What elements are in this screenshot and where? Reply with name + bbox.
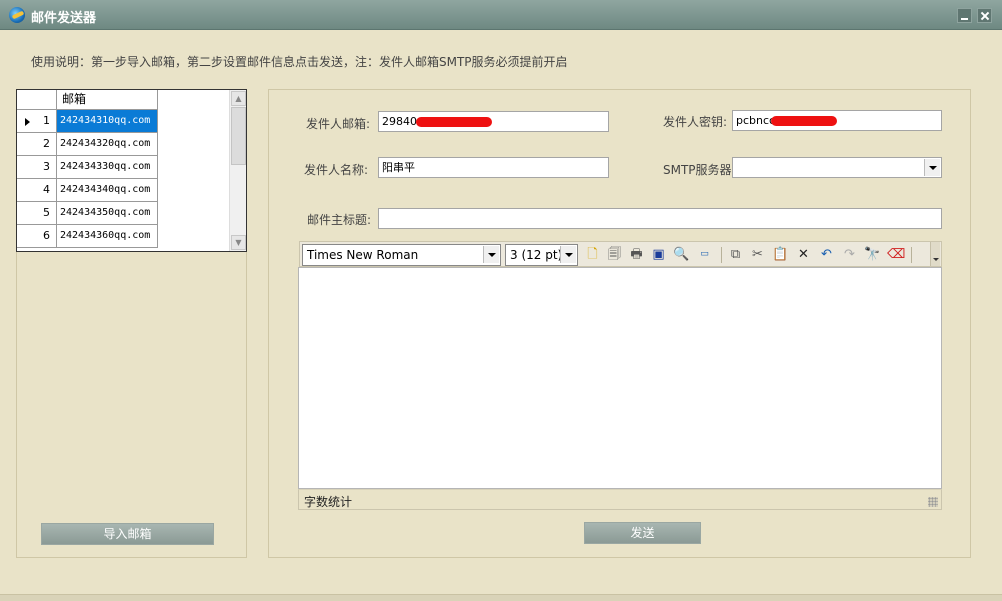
sender-email-label: 发件人邮箱: [306, 117, 371, 131]
smtp-server-label: SMTP服务器: [663, 163, 736, 177]
email-cell[interactable]: 242434350qq.com [57, 202, 158, 225]
toolbar-separator [721, 247, 722, 263]
sender-name-field[interactable]: 阳串平 [378, 157, 609, 178]
row-header[interactable]: 1 [17, 110, 57, 133]
row-header[interactable]: 2 [17, 133, 57, 156]
chevron-down-icon[interactable] [924, 159, 940, 176]
redaction-mark [771, 116, 837, 126]
smtp-server-select[interactable] [732, 157, 942, 178]
column-header-email[interactable]: 邮箱 [57, 90, 158, 110]
editor-status-bar: 字数统计 [298, 489, 942, 510]
eraser-icon[interactable]: ⌫ [887, 246, 905, 263]
redaction-mark [416, 117, 492, 127]
new-document-icon[interactable]: 🗋 [584, 246, 601, 263]
window-bottom-edge [0, 594, 1002, 601]
email-cell[interactable]: 242434360qq.com [57, 225, 158, 248]
email-cell[interactable]: 242434330qq.com [57, 156, 158, 179]
import-emails-button[interactable]: 导入邮箱 [41, 523, 214, 545]
sender-name-label: 发件人名称: [304, 163, 369, 177]
row-header[interactable]: 5 [17, 202, 57, 225]
delete-icon[interactable]: ✕ [795, 246, 812, 263]
paste-icon[interactable]: 📋 [772, 246, 789, 263]
font-size-select[interactable]: 3 (12 pt) [505, 244, 578, 266]
email-cell[interactable]: 242434340qq.com [57, 179, 158, 202]
table-row[interactable]: 1 242434310qq.com [17, 110, 229, 133]
app-globe-icon [9, 7, 25, 23]
instruction-text: 使用说明：第一步导入邮箱，第二步设置邮件信息点击发送，注：发件人邮箱SMTP服务… [31, 55, 568, 69]
grid-vertical-scrollbar[interactable]: ▲ ▼ [229, 90, 246, 251]
toolbar-overflow-icon[interactable] [930, 242, 940, 266]
grid-corner [17, 90, 57, 110]
row-header[interactable]: 3 [17, 156, 57, 179]
email-cell[interactable]: 242434310qq.com [57, 110, 158, 133]
font-name-select[interactable]: Times New Roman [302, 244, 501, 266]
resize-grip-icon[interactable] [928, 497, 938, 507]
minimize-button[interactable] [957, 8, 972, 23]
table-row[interactable]: 4 242434340qq.com [17, 179, 229, 202]
row-header[interactable]: 4 [17, 179, 57, 202]
subject-field[interactable] [378, 208, 942, 229]
send-button[interactable]: 发送 [584, 522, 701, 544]
sender-email-field[interactable]: 29840 [378, 111, 609, 132]
sender-password-label: 发件人密钥: [663, 115, 728, 129]
word-count-label: 字数统计 [304, 495, 353, 509]
scroll-down-icon[interactable]: ▼ [231, 235, 246, 250]
email-cell[interactable]: 242434320qq.com [57, 133, 158, 156]
grid-header: 邮箱 [17, 90, 229, 110]
sender-password-field[interactable]: pcbncc [732, 110, 942, 131]
table-row[interactable]: 2 242434320qq.com [17, 133, 229, 156]
find-binoculars-icon[interactable]: 🔭 [864, 246, 881, 263]
print-icon[interactable]: 🖶 [628, 246, 645, 263]
open-document-icon[interactable]: 🗐 [606, 246, 623, 263]
scroll-up-icon[interactable]: ▲ [231, 91, 246, 106]
title-bar: 邮件发送器 [0, 0, 1002, 30]
close-button[interactable] [977, 8, 992, 23]
current-row-arrow-icon [25, 118, 30, 126]
save-icon[interactable]: ▣ [650, 246, 667, 263]
editor-toolbar: Times New Roman 3 (12 pt) 🗋 🗐 🖶 ▣ 🔍 ▭ ⧉ … [299, 241, 942, 267]
chevron-down-icon[interactable] [483, 246, 499, 263]
table-row[interactable]: 3 242434330qq.com [17, 156, 229, 179]
chevron-down-icon[interactable] [560, 246, 576, 263]
redo-icon[interactable]: ↷ [841, 246, 858, 263]
print-preview-icon[interactable]: 🔍 [673, 246, 690, 263]
cut-icon[interactable]: ✂ [749, 246, 766, 263]
scroll-thumb[interactable] [231, 107, 246, 165]
html-view-icon[interactable]: ▭ [696, 246, 713, 263]
subject-label: 邮件主标题: [307, 213, 372, 227]
table-row[interactable]: 6 242434360qq.com [17, 225, 229, 248]
editor-content-area[interactable] [298, 267, 942, 489]
copy-icon[interactable]: ⧉ [727, 246, 744, 263]
email-grid[interactable]: 邮箱 1 242434310qq.com 2 242434320qq.com 3… [16, 89, 247, 252]
toolbar-separator [911, 247, 912, 263]
undo-icon[interactable]: ↶ [818, 246, 835, 263]
row-header[interactable]: 6 [17, 225, 57, 248]
window-title: 邮件发送器 [31, 11, 97, 26]
table-row[interactable]: 5 242434350qq.com [17, 202, 229, 225]
